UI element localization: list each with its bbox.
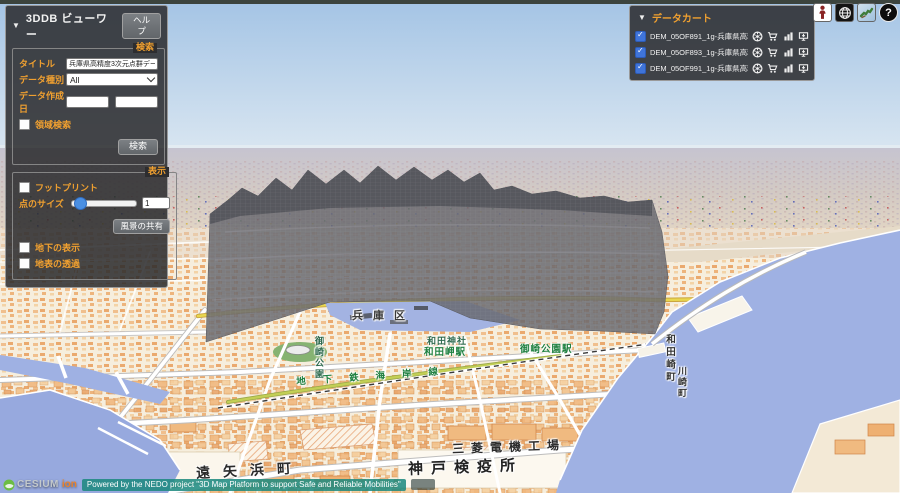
navigation-help-icon[interactable]: ?: [879, 3, 898, 22]
data-type-select[interactable]: All: [66, 73, 158, 86]
help-button[interactable]: ヘルプ: [122, 13, 161, 39]
aperture-zoom-to-icon[interactable]: [752, 62, 763, 74]
cart-item-checkbox[interactable]: [635, 47, 646, 58]
aperture-zoom-to-icon[interactable]: [752, 46, 763, 58]
data-type-value: All: [70, 75, 79, 85]
collapse-triangle-icon: ▼: [12, 22, 20, 30]
viewer-panel-title: 3DDB ビューワー: [26, 10, 116, 42]
date-to-input[interactable]: [115, 96, 158, 108]
search-section: 検索 タイトル データ種別 All データ作成日 領域検索: [12, 48, 165, 165]
nedo-attribution-text: Powered by the NEDO project "3D Map Plat…: [82, 479, 406, 491]
footprint-label: フットプリント: [35, 181, 98, 194]
display-section-legend: 表示: [145, 167, 169, 177]
histogram-icon[interactable]: [783, 30, 794, 42]
footprint-checkbox[interactable]: [19, 182, 30, 193]
cart-item-checkbox[interactable]: [635, 31, 646, 42]
aperture-zoom-to-icon[interactable]: [752, 30, 763, 42]
search-button[interactable]: 検索: [118, 139, 158, 155]
data-cart-header[interactable]: ▼ データカート: [630, 6, 814, 27]
underground-label: 地下の表示: [35, 241, 80, 254]
chevron-down-icon: [147, 74, 155, 82]
cart-remove-icon[interactable]: [767, 30, 778, 42]
date-from-input[interactable]: [66, 96, 109, 108]
cesium-ion-logo[interactable]: CESIUM ion: [3, 479, 77, 491]
monitor-download-icon[interactable]: [798, 46, 809, 58]
point-size-label: 点のサイズ: [19, 197, 71, 210]
cart-item-label: DEM_05OF991_1g-兵庫県高精度…: [650, 63, 748, 74]
collapse-triangle-icon: ▼: [638, 14, 646, 22]
data-cart-title: データカート: [652, 10, 712, 25]
top-strip: [0, 0, 900, 4]
histogram-icon[interactable]: [783, 46, 794, 58]
surface-transparency-label: 地表の透過: [35, 257, 80, 270]
title-label: タイトル: [19, 57, 66, 70]
help-glyph: ?: [885, 7, 892, 19]
ion-wordmark: ion: [62, 479, 77, 490]
share-view-button[interactable]: 風景の共有: [113, 219, 170, 234]
3ddb-viewer-app: 兵庫区 御崎公園 和田神社 和田岬駅 御崎公園駅 地下鉄海岸線 和田崎町 川崎町…: [0, 0, 900, 493]
area-search-label: 領域検索: [35, 118, 71, 131]
search-section-legend: 検索: [133, 43, 157, 53]
data-attribution-chip[interactable]: [411, 479, 435, 490]
creation-date-label: データ作成日: [19, 89, 66, 115]
cesium-toolbar: ?: [813, 3, 898, 22]
cart-item-label: DEM_05OF891_1g-兵庫県高精度…: [650, 31, 748, 42]
monitor-download-icon[interactable]: [798, 30, 809, 42]
display-section: 表示 フットプリント 点のサイズ 風景の共有 地下の表示 地表の: [12, 172, 177, 280]
histogram-icon[interactable]: [783, 62, 794, 74]
cart-remove-icon[interactable]: [767, 62, 778, 74]
viewer-panel-header[interactable]: ▼ 3DDB ビューワー ヘルプ: [6, 6, 167, 46]
title-input[interactable]: [66, 58, 158, 70]
cart-remove-icon[interactable]: [767, 46, 778, 58]
data-type-label: データ種別: [19, 73, 66, 86]
surface-transparency-checkbox[interactable]: [19, 258, 30, 269]
cesium-globe-icon: [3, 479, 15, 491]
cart-row: DEM_05OF991_1g-兵庫県高精度…: [630, 61, 814, 75]
cart-row: DEM_05OF893_1g-兵庫県高精度…: [630, 45, 814, 59]
japan-map-imagery-icon[interactable]: [857, 3, 876, 22]
data-cart-panel: ▼ データカート DEM_05OF891_1g-兵庫県高精度… DEM_05OF…: [629, 5, 815, 81]
monitor-download-icon[interactable]: [798, 62, 809, 74]
cesium-wordmark: CESIUM: [17, 479, 59, 490]
underground-checkbox[interactable]: [19, 242, 30, 253]
cart-row: DEM_05OF891_1g-兵庫県高精度…: [630, 29, 814, 43]
cart-item-checkbox[interactable]: [635, 63, 646, 74]
globe-baselayer-icon[interactable]: [835, 3, 854, 22]
point-size-slider[interactable]: [71, 200, 137, 207]
person-view-icon[interactable]: [813, 3, 832, 22]
viewer-panel: ▼ 3DDB ビューワー ヘルプ 検索 タイトル データ種別 All データ作成…: [5, 5, 168, 288]
attribution-bar: CESIUM ion Powered by the NEDO project "…: [3, 479, 435, 491]
point-size-input[interactable]: [142, 197, 170, 209]
area-search-checkbox[interactable]: [19, 119, 30, 130]
cart-item-label: DEM_05OF893_1g-兵庫県高精度…: [650, 47, 748, 58]
point-size-slider-handle[interactable]: [74, 197, 87, 210]
